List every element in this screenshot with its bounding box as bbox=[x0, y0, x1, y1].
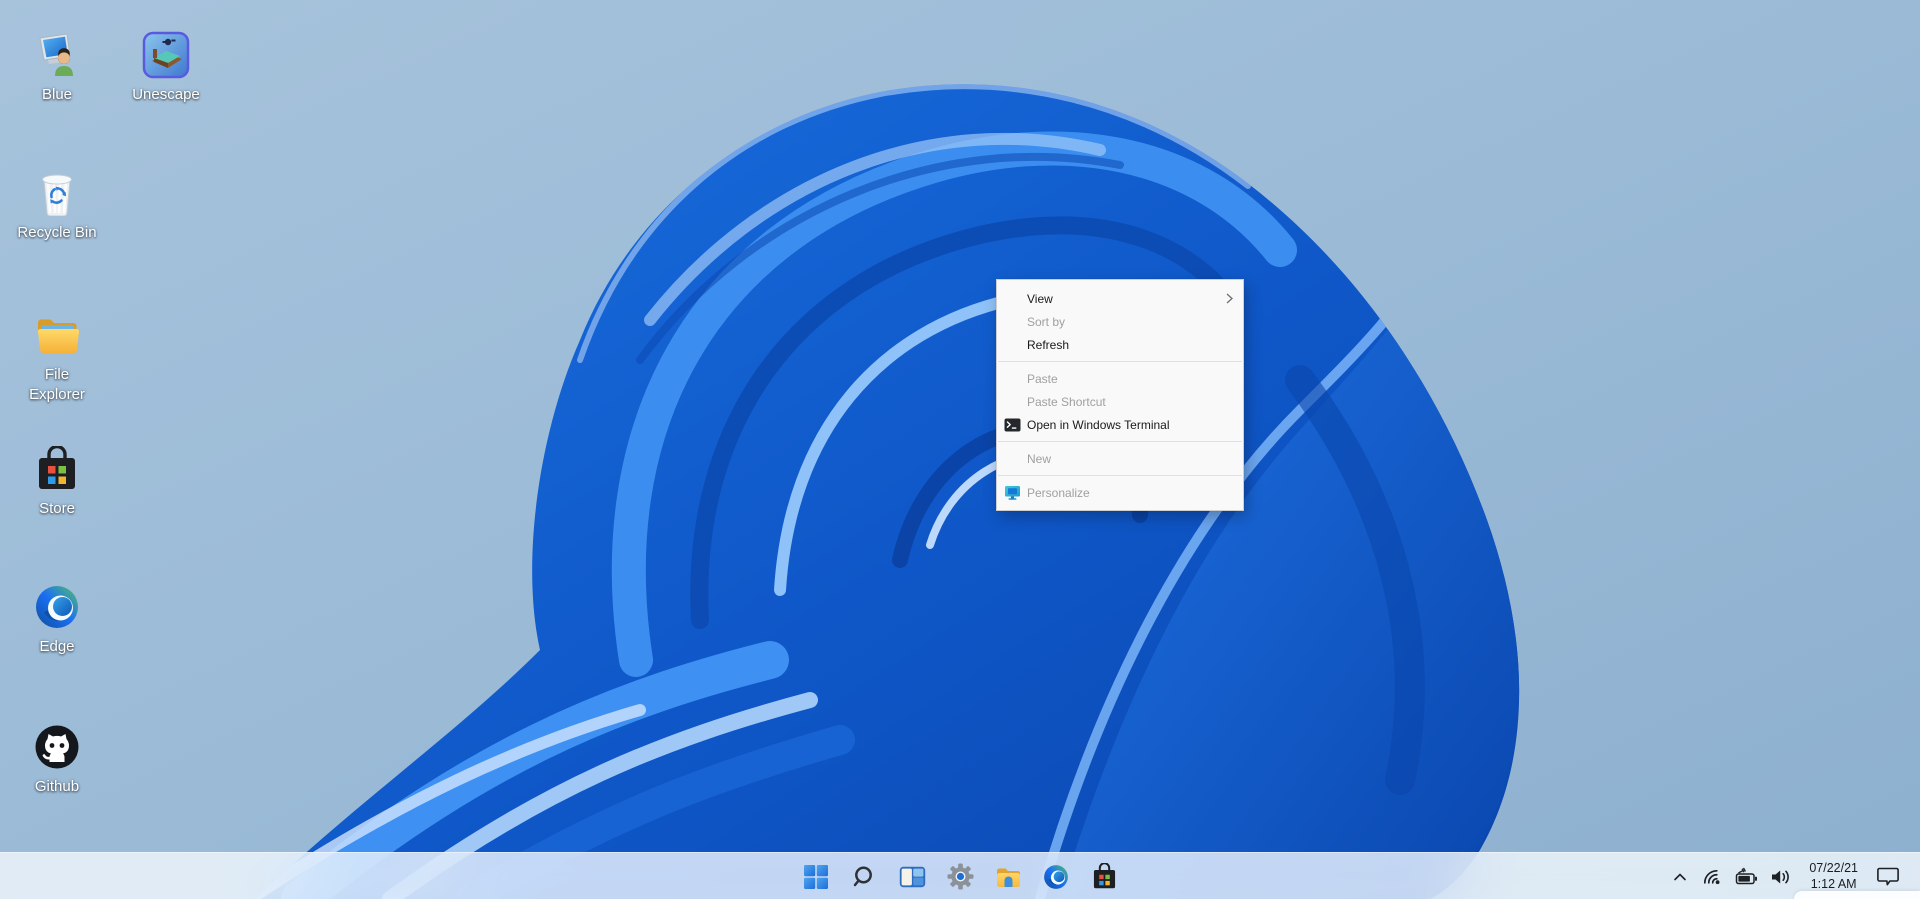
taskbar-store-button[interactable] bbox=[1084, 857, 1124, 897]
desktop-shortcut-label: Edge bbox=[17, 637, 97, 657]
clock-button[interactable]: 07/22/21 1:12 AM bbox=[1801, 858, 1866, 896]
desktop-shortcut-label: Blue bbox=[17, 85, 97, 105]
menu-item-view[interactable]: View bbox=[997, 287, 1243, 310]
file-explorer-icon bbox=[32, 310, 82, 360]
chevron-up-icon bbox=[1673, 872, 1687, 882]
tray-date: 07/22/21 bbox=[1809, 861, 1858, 877]
notification-bubble-icon bbox=[1876, 866, 1900, 887]
microsoft-store-icon bbox=[1092, 863, 1117, 890]
desktop-shortcut-edge[interactable]: Edge bbox=[9, 582, 105, 657]
network-battery-volume-button[interactable] bbox=[1697, 858, 1797, 896]
menu-item-paste-shortcut[interactable]: Paste Shortcut bbox=[997, 390, 1243, 413]
volume-icon bbox=[1769, 867, 1791, 887]
desktop-shortcut-store[interactable]: Store bbox=[9, 444, 105, 519]
menu-item-new[interactable]: New bbox=[997, 447, 1243, 470]
desktop-surface[interactable]: Blue Unescape bbox=[0, 0, 1920, 899]
personalization-monitor-icon bbox=[997, 485, 1027, 500]
recycle-bin-icon bbox=[32, 168, 82, 218]
unescape-app-icon bbox=[141, 30, 191, 80]
github-icon bbox=[32, 722, 82, 772]
desktop-shortcut-github[interactable]: Github bbox=[9, 722, 105, 797]
search-icon bbox=[852, 865, 876, 889]
desktop-shortcut-blue[interactable]: Blue bbox=[9, 30, 105, 105]
menu-separator bbox=[998, 441, 1242, 442]
taskbar-edge-button[interactable] bbox=[1036, 857, 1076, 897]
desktop-shortcut-label: Github bbox=[17, 777, 97, 797]
windows-terminal-icon bbox=[997, 418, 1027, 432]
microsoft-store-icon bbox=[32, 444, 82, 494]
taskbar: 07/22/21 1:12 AM bbox=[0, 852, 1920, 899]
taskbar-search-button[interactable] bbox=[844, 857, 884, 897]
edge-icon bbox=[1043, 864, 1069, 890]
desktop-context-menu: View Sort by Refresh Paste Paste Shortcu… bbox=[996, 279, 1244, 511]
notification-center-button[interactable] bbox=[1870, 858, 1906, 896]
desktop-shortcut-label: File Explorer bbox=[17, 365, 97, 406]
tray-time: 1:12 AM bbox=[1809, 877, 1858, 893]
user-computer-icon bbox=[32, 30, 82, 80]
settings-gear-icon bbox=[947, 863, 974, 890]
task-view-icon bbox=[899, 866, 926, 888]
menu-item-open-in-windows-terminal[interactable]: Open in Windows Terminal bbox=[997, 413, 1243, 436]
taskbar-app-buttons bbox=[796, 853, 1124, 899]
desktop-shortcut-unescape[interactable]: Unescape bbox=[118, 30, 214, 105]
taskbar-start-button[interactable] bbox=[796, 857, 836, 897]
file-explorer-icon bbox=[995, 865, 1022, 889]
desktop-shortcut-file-explorer[interactable]: File Explorer bbox=[9, 310, 105, 406]
windows-start-icon bbox=[803, 864, 829, 890]
battery-charging-icon bbox=[1735, 867, 1759, 887]
taskbar-settings-button[interactable] bbox=[940, 857, 980, 897]
desktop-shortcut-label: Recycle Bin bbox=[17, 223, 97, 243]
menu-item-paste[interactable]: Paste bbox=[997, 367, 1243, 390]
desktop-shortcut-label: Unescape bbox=[126, 85, 206, 105]
desktop-wallpaper bbox=[0, 0, 1920, 899]
wifi-icon bbox=[1703, 867, 1725, 887]
submenu-chevron-icon bbox=[1226, 293, 1233, 304]
menu-item-sort-by[interactable]: Sort by bbox=[997, 310, 1243, 333]
edge-icon bbox=[32, 582, 82, 632]
menu-item-personalize[interactable]: Personalize bbox=[997, 481, 1243, 504]
menu-separator bbox=[998, 475, 1242, 476]
taskbar-file-explorer-button[interactable] bbox=[988, 857, 1028, 897]
tray-overflow-button[interactable] bbox=[1667, 858, 1693, 896]
desktop-shortcut-label: Store bbox=[17, 499, 97, 519]
menu-separator bbox=[998, 361, 1242, 362]
menu-item-refresh[interactable]: Refresh bbox=[997, 333, 1243, 356]
taskbar-task-view-button[interactable] bbox=[892, 857, 932, 897]
notification-toast-edge bbox=[1794, 891, 1920, 899]
desktop-shortcut-recycle-bin[interactable]: Recycle Bin bbox=[9, 168, 105, 243]
